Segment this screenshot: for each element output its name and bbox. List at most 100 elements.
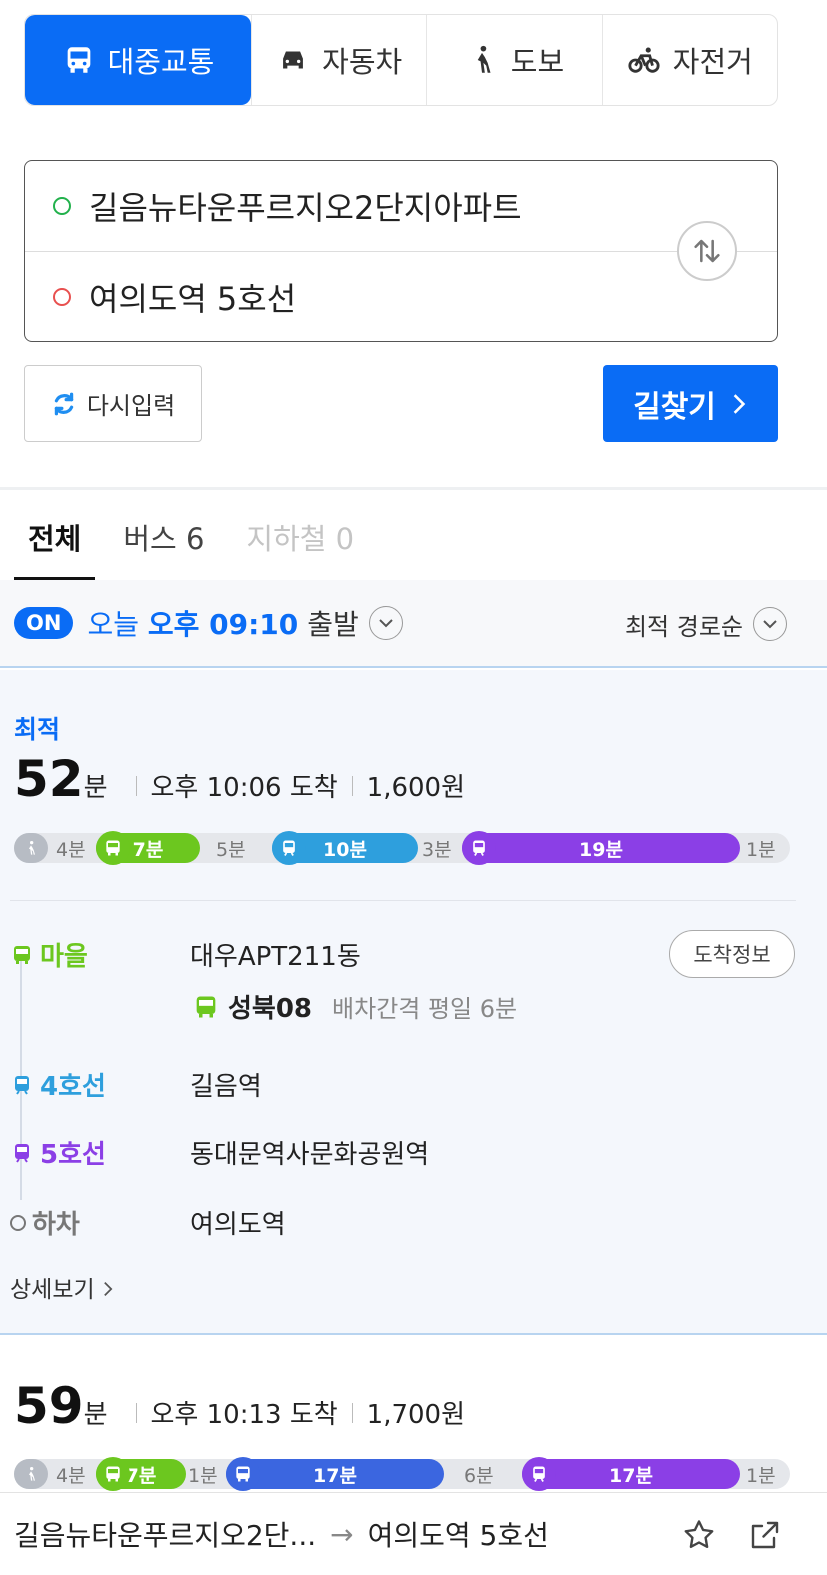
- bus-segment-icon: [226, 1457, 260, 1491]
- bus-icon: [196, 996, 216, 1017]
- subway-segment-icon: [522, 1457, 556, 1491]
- start-dot-icon: [53, 197, 71, 215]
- subway-icon: [15, 1143, 29, 1163]
- bicycle-icon: [628, 47, 660, 73]
- route-input-box: 길음뉴타운푸르지오2단지아파트 여의도역 5호선: [24, 160, 778, 342]
- fare: 1,700원: [366, 1400, 466, 1430]
- best-badge: 최적: [14, 715, 61, 744]
- departure-suffix: 출발: [307, 608, 359, 641]
- tab-walk-label: 도보: [510, 45, 565, 79]
- step-type: 하차: [32, 1210, 80, 1240]
- tab-all[interactable]: 전체: [14, 490, 96, 580]
- bus-interval: 배차간격 평일 6분: [332, 995, 518, 1023]
- fare: 1,600원: [366, 773, 466, 803]
- walk-segment: 1분: [746, 838, 776, 861]
- walk-segment-icon: [14, 1459, 48, 1489]
- end-input[interactable]: 여의도역 5호선: [25, 251, 777, 341]
- bus-line-number: 성북08: [228, 994, 313, 1024]
- transfer-gap: 3분: [422, 838, 452, 861]
- transfer-gap: 5분: [216, 838, 246, 861]
- tab-transit[interactable]: 대중교통: [25, 15, 251, 105]
- bus-line-info: 성북08 배차간격 평일 6분: [192, 988, 517, 1025]
- route-summary: 59 분 오후 10:13 도착 1,700원: [14, 1377, 465, 1435]
- tab-bus[interactable]: 버스 6: [109, 490, 218, 580]
- segment-bar: 4분 7분 1분 17분 6분 17분 1분: [14, 1457, 790, 1491]
- swap-icon: [694, 239, 720, 263]
- route-result-card[interactable]: 59 분 오후 10:13 도착 1,700원 4분 7분 1분 17분 6분 …: [0, 1337, 827, 1497]
- end-text: 여의도역 5호선: [89, 279, 297, 318]
- tab-subway[interactable]: 지하철 0: [232, 490, 368, 580]
- step-type: 5호선: [40, 1140, 106, 1170]
- departure-chevron-down-icon[interactable]: [368, 606, 403, 640]
- transport-mode-tabs: 대중교통 자동차 도보 자전거: [24, 14, 778, 106]
- departure-text[interactable]: 오늘 오후 09:10 출발: [87, 603, 358, 643]
- chevron-right-icon: [104, 1281, 113, 1297]
- step-village-bus: 마을 대우APT211동: [10, 936, 361, 973]
- walk-segment: 1분: [746, 1464, 776, 1487]
- arrow-right-icon: →: [330, 1517, 354, 1551]
- search-route-label: 길찾기: [633, 389, 716, 425]
- on-toggle[interactable]: ON: [14, 607, 74, 639]
- share-icon[interactable]: [747, 1517, 783, 1553]
- bottom-route-bar: 길음뉴타운푸르지오2단... → 여의도역 5호선: [0, 1492, 827, 1575]
- sort-chevron-down-icon: [753, 607, 787, 641]
- bus-icon: [67, 47, 90, 73]
- step-stop: 동대문역사문화공원역: [190, 1140, 430, 1170]
- bottom-from: 길음뉴타운푸르지오2단...: [14, 1519, 317, 1552]
- subway-icon: [15, 1075, 29, 1095]
- step-alight: 하차 여의도역: [10, 1204, 286, 1241]
- walk-segment: 4분: [56, 838, 86, 861]
- arrival-info-button[interactable]: 도착정보: [669, 930, 795, 978]
- tab-walk[interactable]: 도보: [426, 15, 601, 105]
- search-route-button[interactable]: 길찾기: [603, 365, 778, 442]
- subway-segment-icon: [272, 831, 306, 865]
- bus-segment-icon: [96, 831, 130, 865]
- transfer-gap: 6분: [464, 1464, 494, 1487]
- start-input[interactable]: 길음뉴타운푸르지오2단지아파트: [25, 161, 777, 251]
- bottom-to: 여의도역 5호선: [367, 1519, 549, 1552]
- tab-bicycle-label: 자전거: [672, 45, 753, 79]
- reset-label: 다시입력: [86, 392, 176, 420]
- arrival-time: 오후 10:13 도착: [150, 1400, 338, 1430]
- detail-label: 상세보기: [10, 1277, 95, 1303]
- reset-button[interactable]: 다시입력: [24, 365, 202, 442]
- sort-label: 최적 경로순: [624, 612, 743, 641]
- step-stop: 여의도역: [190, 1210, 286, 1240]
- departure-time: 오후 09:10: [147, 608, 299, 641]
- end-dot-icon: [53, 287, 71, 306]
- step-stop: 대우APT211동: [190, 942, 361, 972]
- bus-segment-icon: [96, 1457, 130, 1491]
- subway-segment-icon: [462, 831, 496, 865]
- step-stop: 길음역: [190, 1072, 262, 1102]
- minutes-unit: 분: [83, 1400, 108, 1430]
- result-filter-tabs: 전체 버스 6 지하철 0: [0, 490, 827, 580]
- transfer-gap: 1분: [188, 1464, 218, 1487]
- step-line5: 5호선 동대문역사문화공원역: [10, 1134, 429, 1171]
- arrival-time: 오후 10:06 도착: [150, 773, 338, 803]
- step-line4: 4호선 길음역: [10, 1066, 262, 1103]
- swap-button[interactable]: [677, 221, 737, 281]
- start-text: 길음뉴타운푸르지오2단지아파트: [89, 189, 522, 227]
- total-minutes: 59: [14, 1377, 84, 1435]
- departure-day: 오늘: [87, 608, 139, 641]
- detail-link[interactable]: 상세보기: [10, 1270, 114, 1304]
- route-result-card[interactable]: 최적 52 분 오후 10:06 도착 1,600원 4분 7분 5분 10분 …: [0, 670, 827, 1335]
- bus-icon: [14, 945, 30, 964]
- car-icon: [283, 51, 304, 69]
- sort-dropdown[interactable]: 최적 경로순: [625, 580, 787, 668]
- tab-transit-label: 대중교통: [107, 45, 215, 79]
- walk-segment-icon: [14, 833, 48, 863]
- route-summary: 52 분 오후 10:06 도착 1,600원: [14, 750, 465, 808]
- walk-icon: [477, 45, 491, 73]
- step-type: 4호선: [40, 1072, 106, 1102]
- step-type: 마을: [40, 942, 88, 972]
- tab-car[interactable]: 자동차: [251, 15, 426, 105]
- tab-bicycle[interactable]: 자전거: [601, 15, 777, 105]
- minutes-unit: 분: [83, 773, 108, 803]
- chevron-right-icon: [733, 393, 746, 414]
- walk-segment: 4분: [56, 1464, 86, 1487]
- departure-bar: ON 오늘 오후 09:10 출발 최적 경로순: [0, 580, 827, 668]
- segment-bar: 4분 7분 5분 10분 3분 19분 1분: [14, 831, 790, 865]
- star-icon[interactable]: [681, 1517, 717, 1553]
- line5-segment: 19분: [462, 833, 740, 863]
